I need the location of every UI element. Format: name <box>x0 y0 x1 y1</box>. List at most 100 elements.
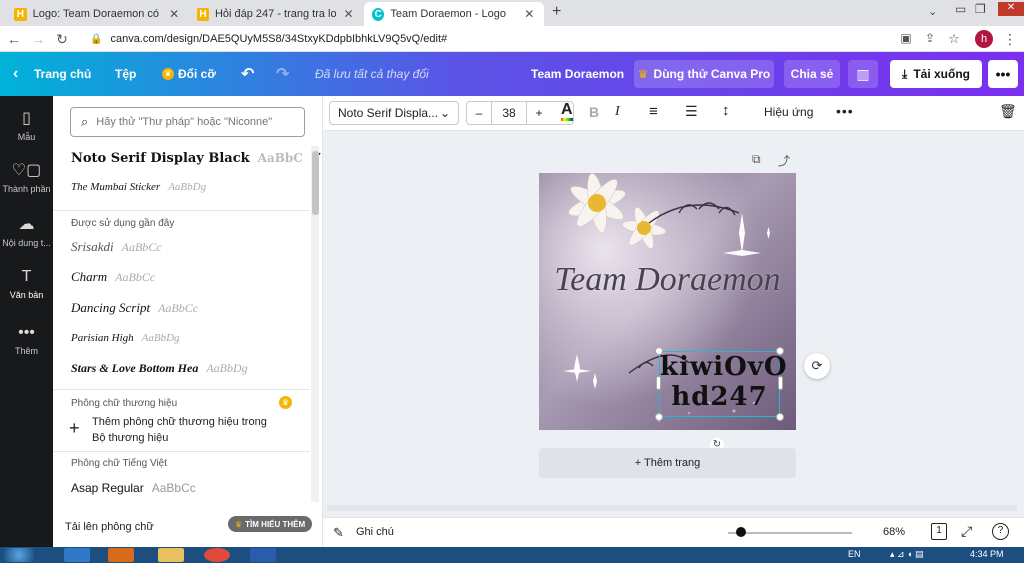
resize-handle-right[interactable] <box>778 376 783 390</box>
tab-search-icon[interactable]: ⌄ <box>928 5 937 18</box>
share-button[interactable]: Chia sẻ <box>784 60 840 88</box>
minimize-window-icon[interactable]: ▭ <box>955 2 966 16</box>
fullscreen-icon[interactable]: ⤢ <box>961 523 972 540</box>
more-options-icon[interactable]: ••• <box>836 103 854 119</box>
start-button-icon[interactable] <box>4 548 34 562</box>
design-canvas[interactable]: Team Doraemon kiwiOvO hd247 <box>539 173 796 430</box>
restore-window-icon[interactable]: ❐ <box>975 2 986 16</box>
font-option-dancing-script[interactable]: Dancing Script AaBbCc <box>71 297 198 319</box>
download-icon: ⤓ <box>902 66 908 81</box>
insights-chart-icon[interactable]: ▥ <box>848 60 878 88</box>
close-window-icon[interactable]: ✕ <box>998 2 1024 16</box>
undo-icon[interactable]: ↶ <box>241 52 254 96</box>
file-menu[interactable]: Tệp <box>115 52 136 96</box>
page-count-button[interactable]: 1 <box>931 523 947 540</box>
media-player-icon[interactable] <box>108 548 134 562</box>
browser-tab-1[interactable]: H Logo: Team Doraemon có tâm gì ✕ <box>6 2 189 26</box>
font-list-scroll-thumb[interactable] <box>312 151 319 215</box>
notes-button[interactable]: Ghi chú <box>356 526 394 538</box>
close-tab-icon[interactable]: ✕ <box>523 7 536 21</box>
chevron-left-icon[interactable]: ‹ <box>13 52 18 96</box>
sidebar-item-elements[interactable]: ♡▢ Thành phần <box>0 160 53 194</box>
bold-icon[interactable]: B <box>589 104 599 120</box>
font-option-mumbai-sticker[interactable]: The Mumbai Sticker AaBbDg <box>71 176 206 198</box>
internet-explorer-icon[interactable] <box>64 548 90 562</box>
font-search-input[interactable] <box>96 116 292 128</box>
font-option-srisakdi[interactable]: Srisakdi AaBbCc <box>71 236 162 258</box>
font-option-noto-serif-display-black[interactable]: Noto Serif Display Black AaBbC ✓ <box>71 147 323 169</box>
italic-icon[interactable]: I <box>615 104 620 120</box>
trash-icon[interactable]: 🗑 <box>999 103 1017 120</box>
help-icon[interactable]: ? <box>992 523 1009 540</box>
word-icon[interactable] <box>250 548 276 562</box>
tray-icons[interactable]: ▴ ⊿ ◖ ▤ <box>890 549 924 560</box>
font-option-parisian-high[interactable]: Parisian High AaBbDg <box>71 327 180 349</box>
redo-icon[interactable]: ↷ <box>276 52 289 96</box>
new-tab-button[interactable]: + <box>552 3 561 21</box>
save-page-icon[interactable]: ▣ <box>898 31 914 45</box>
resize-handle-bottom-left[interactable] <box>655 413 663 421</box>
language-indicator[interactable]: EN <box>848 549 861 559</box>
decrease-size-button[interactable]: – <box>467 106 491 120</box>
add-plus-icon[interactable]: + <box>69 418 80 439</box>
learn-more-button[interactable]: ♛ TÌM HIỂU THÊM <box>228 516 313 532</box>
resize-handle-left[interactable] <box>656 376 661 390</box>
profile-avatar[interactable]: h <box>975 30 993 48</box>
text-color-icon[interactable]: A <box>561 102 573 121</box>
font-option-charm[interactable]: Charm AaBbCc <box>71 266 155 288</box>
increase-size-button[interactable]: + <box>527 106 551 120</box>
browser-menu-icon[interactable]: ⋮ <box>1002 31 1018 48</box>
home-link[interactable]: Trang chủ <box>34 52 91 96</box>
notes-icon[interactable]: ✎ <box>333 525 344 541</box>
comment-icon[interactable]: ⟳ <box>804 353 830 379</box>
font-panel: ⌕ Noto Serif Display Black AaBbC ✓ The M… <box>53 96 323 547</box>
resize-handle-top-right[interactable] <box>776 347 784 355</box>
resize-handle-top-left[interactable] <box>655 347 663 355</box>
font-option-stars-love-bottom-heart[interactable]: Stars & Love Bottom Hea AaBbDg <box>71 357 248 379</box>
resize-handle-bottom-right[interactable] <box>776 413 784 421</box>
file-explorer-icon[interactable] <box>158 548 184 562</box>
zoom-slider-thumb[interactable] <box>736 527 746 537</box>
download-button[interactable]: ⤓ Tải xuống <box>890 60 982 88</box>
add-page-button[interactable]: + Thêm trang <box>539 448 796 478</box>
selected-text-box[interactable]: kiwiOvO hd247 <box>659 351 787 417</box>
sidebar-item-templates[interactable]: ▯ Mẫu <box>0 108 53 142</box>
canva-top-bar: ‹ Trang chủ Tệp ♛ Đổi cỡ ↶ ↷ Đã lưu tất … <box>0 52 1024 96</box>
close-tab-icon[interactable]: ✕ <box>342 7 355 21</box>
browser-tab-3-active[interactable]: C Team Doraemon - Logo ✕ <box>364 2 544 26</box>
duplicate-page-icon[interactable]: ⧉ <box>752 152 761 167</box>
add-brand-font-link[interactable]: Thêm phông chữ thương hiệu trong Bộ thươ… <box>92 414 282 446</box>
font-preview: AaBbDg <box>168 181 207 193</box>
resize-label: Đổi cỡ <box>178 67 216 81</box>
bookmark-star-icon[interactable]: ☆ <box>946 31 962 47</box>
clock[interactable]: 4:34 PM <box>970 549 1004 559</box>
more-options-icon[interactable]: ••• <box>988 60 1018 88</box>
try-canva-pro-button[interactable]: ♛ Dùng thử Canva Pro <box>634 60 774 88</box>
sidebar-item-text[interactable]: T Văn bản <box>0 268 53 300</box>
zoom-level[interactable]: 68% <box>883 526 905 538</box>
align-center-icon[interactable]: ≡ <box>649 103 658 120</box>
upload-font-link[interactable]: Tải lên phông chữ <box>65 521 154 533</box>
zoom-slider-track[interactable] <box>728 532 852 534</box>
line-spacing-icon[interactable]: ↕ <box>722 102 730 119</box>
font-search-box[interactable]: ⌕ <box>70 107 305 137</box>
chrome-icon[interactable] <box>204 548 230 562</box>
reload-icon[interactable]: ↻ <box>54 31 70 48</box>
share-page-icon[interactable]: ⇪ <box>922 31 938 45</box>
sidebar-item-more[interactable]: ••• Thêm <box>0 324 53 356</box>
design-title[interactable]: Team Doraemon <box>531 52 624 96</box>
resize-button[interactable]: ♛ Đổi cỡ <box>162 52 216 96</box>
font-option-asap-regular[interactable]: Asap Regular AaBbCc <box>71 477 196 499</box>
forward-arrow-icon[interactable]: → <box>30 31 46 47</box>
design-title-text[interactable]: Team Doraemon <box>539 261 796 299</box>
font-size-input[interactable]: 38 <box>491 102 527 124</box>
font-family-dropdown[interactable]: Noto Serif Displa... ⌄ <box>329 101 459 125</box>
close-tab-icon[interactable]: ✕ <box>167 7 181 21</box>
url-field[interactable]: 🔒 canva.com/design/DAE5QUyM5S8/34StxyKDd… <box>80 29 890 49</box>
bullet-list-icon[interactable]: ☰ <box>685 103 698 120</box>
sidebar-item-uploads[interactable]: ☁ Nội dung t... <box>0 214 53 248</box>
add-page-icon[interactable]: ⤴ <box>778 152 790 169</box>
back-arrow-icon[interactable]: ← <box>6 31 22 47</box>
browser-tab-2[interactable]: H Hỏi đáp 247 - trang tra loi ✕ <box>189 2 363 26</box>
effects-button[interactable]: Hiệu ứng <box>764 105 813 119</box>
